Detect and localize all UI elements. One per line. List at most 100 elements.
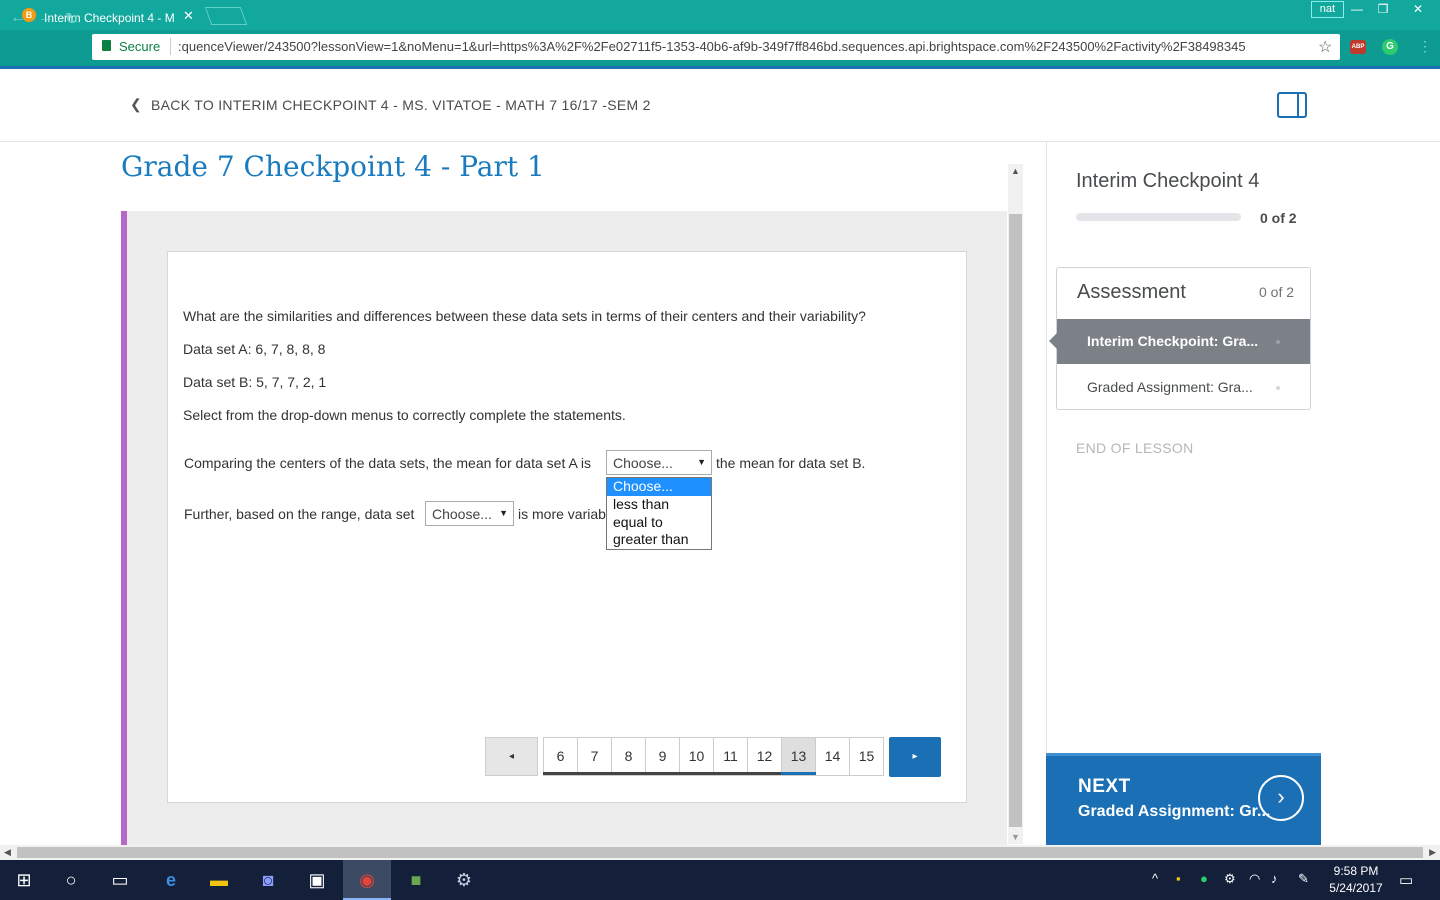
grammarly-extension-icon[interactable]: G: [1382, 39, 1398, 55]
steam-tray-icon[interactable]: ⚙: [1224, 871, 1236, 887]
tab-title: Interim Checkpoint 4 - M: [44, 11, 175, 25]
active-pointer: [1049, 333, 1057, 349]
page-button[interactable]: 10: [679, 737, 714, 776]
chrome-icon[interactable]: ◉: [355, 869, 379, 891]
taskbar-clock[interactable]: 9:58 PM 5/24/2017: [1326, 863, 1386, 897]
file-explorer-icon[interactable]: ▬: [207, 869, 231, 891]
page-button[interactable]: 11: [713, 737, 748, 776]
back-arrow-icon[interactable]: ←: [10, 9, 26, 27]
scroll-down-icon[interactable]: ▼: [1011, 832, 1020, 842]
prev-page-button[interactable]: ◂: [485, 737, 538, 776]
vertical-scrollbar[interactable]: ▲ ▼: [1008, 164, 1023, 844]
discord-icon[interactable]: ◙: [256, 869, 280, 891]
assessment-item-label[interactable]: Interim Checkpoint: Gra...: [1087, 333, 1258, 349]
clock-time: 9:58 PM: [1333, 864, 1379, 878]
instructions-text: Select from the drop-down menus to corre…: [183, 407, 626, 423]
scroll-up-icon[interactable]: ▲: [1011, 166, 1020, 176]
volume-icon[interactable]: ♪: [1271, 871, 1278, 886]
show-hidden-icons-icon[interactable]: ^: [1152, 871, 1158, 886]
dataset-a-text: Data set A: 6, 7, 8, 8, 8: [183, 341, 326, 357]
wifi-icon[interactable]: ◠: [1249, 871, 1260, 887]
next-activity-title: Graded Assignment: Gr...: [1078, 803, 1271, 820]
question-card: [167, 251, 967, 803]
scroll-left-icon[interactable]: ◀: [4, 847, 11, 858]
forward-arrow-icon[interactable]: →: [38, 9, 54, 27]
page-button[interactable]: 12: [747, 737, 782, 776]
edge-browser-icon[interactable]: e: [159, 869, 183, 891]
mean-comparison-select[interactable]: Choose... ▼: [606, 450, 712, 475]
status-dot: [1276, 386, 1280, 390]
end-of-lesson-label: END OF LESSON: [1076, 440, 1194, 456]
assessment-item-label[interactable]: Graded Assignment: Gra...: [1087, 379, 1253, 395]
cortana-search-icon[interactable]: ○: [59, 869, 83, 891]
dropdown-arrow-icon: ▼: [697, 457, 706, 467]
dropdown-option[interactable]: greater than: [607, 531, 711, 549]
pen-icon[interactable]: ✎: [1298, 871, 1309, 887]
tray-app-icon[interactable]: ▪: [1176, 871, 1181, 886]
window-controls: — ❐ ✕: [1344, 0, 1440, 20]
page-button-current[interactable]: 13: [781, 737, 816, 776]
dataset-b-text: Data set B: 5, 7, 7, 2, 1: [183, 374, 327, 390]
dropdown-arrow-icon: ▼: [499, 508, 508, 518]
windows-start-icon[interactable]: ⊞: [12, 869, 36, 891]
sidebar-toggle-icon[interactable]: [1277, 92, 1307, 118]
select2-value: Choose...: [432, 506, 492, 522]
select1-value: Choose...: [613, 455, 673, 471]
dropdown-option[interactable]: Choose...: [607, 478, 711, 496]
mean-comparison-dropdown-list: Choose... less than equal to greater tha…: [606, 477, 712, 550]
tab-close-icon[interactable]: ✕: [183, 8, 194, 24]
page-title: Grade 7 Checkpoint 4 - Part 1: [121, 150, 545, 183]
minimize-icon[interactable]: —: [1344, 0, 1370, 20]
statement2-prefix: Further, based on the range, data set: [184, 506, 415, 522]
dropdown-option[interactable]: equal to: [607, 514, 711, 532]
assessment-count: 0 of 2: [1259, 284, 1295, 300]
pagination-progress-track: [543, 772, 816, 775]
back-link[interactable]: BACK TO INTERIM CHECKPOINT 4 - MS. VITAT…: [151, 97, 651, 113]
status-dot: [1276, 340, 1280, 344]
page-button[interactable]: 14: [815, 737, 850, 776]
url-text[interactable]: :quenceViewer/243500?lessonView=1&noMenu…: [178, 39, 1308, 54]
secure-label: Secure: [119, 39, 161, 54]
page-button[interactable]: 15: [849, 737, 884, 776]
store-icon[interactable]: ▣: [305, 869, 329, 891]
steam-icon[interactable]: ⚙: [452, 869, 476, 891]
page-button[interactable]: 9: [645, 737, 680, 776]
tray-leaf-icon[interactable]: ●: [1200, 871, 1208, 886]
hscroll-thumb[interactable]: [17, 847, 1423, 858]
minecraft-icon[interactable]: ■: [404, 869, 428, 891]
url-separator: [170, 38, 171, 55]
lesson-sidebar: [1046, 142, 1440, 845]
scroll-thumb[interactable]: [1009, 214, 1022, 827]
window-close-icon[interactable]: ✕: [1396, 0, 1440, 20]
scroll-right-icon[interactable]: ▶: [1429, 847, 1436, 858]
statement1-prefix: Comparing the centers of the data sets, …: [184, 455, 592, 471]
sidebar-title: Interim Checkpoint 4: [1076, 170, 1260, 192]
restore-icon[interactable]: ❐: [1370, 0, 1396, 20]
question-text: What are the similarities and difference…: [183, 308, 866, 324]
dropdown-option[interactable]: less than: [607, 496, 711, 514]
new-tab-button[interactable]: [204, 7, 248, 25]
page-button[interactable]: 8: [611, 737, 646, 776]
chevron-right-icon[interactable]: ›: [1258, 775, 1304, 821]
statement2-suffix: is more variab: [518, 506, 606, 522]
lesson-progress-count: 0 of 2: [1260, 210, 1297, 226]
statement1-suffix: the mean for data set B.: [716, 455, 866, 471]
horizontal-scrollbar[interactable]: ◀ ▶: [0, 845, 1440, 860]
adblock-extension-icon[interactable]: ABP: [1350, 40, 1366, 54]
browser-menu-icon[interactable]: ⋮: [1418, 38, 1432, 55]
clock-date: 5/24/2017: [1329, 881, 1383, 895]
bookmark-star-icon[interactable]: ☆: [1318, 37, 1332, 57]
dataset-variability-select[interactable]: Choose... ▼: [425, 501, 514, 526]
next-page-button[interactable]: ▸: [889, 737, 941, 777]
lesson-progress-bar: [1076, 213, 1241, 221]
action-center-icon[interactable]: ▭: [1399, 871, 1413, 889]
lock-icon: [102, 40, 111, 51]
next-label: NEXT: [1078, 776, 1131, 797]
task-view-icon[interactable]: ▭: [108, 869, 132, 891]
page-button[interactable]: 7: [577, 737, 612, 776]
chevron-left-icon[interactable]: ❮: [130, 96, 142, 113]
pagination-current-indicator: [781, 772, 816, 775]
reload-icon[interactable]: ↻: [65, 9, 78, 29]
profile-chip[interactable]: nat: [1310, 1, 1344, 18]
page-button[interactable]: 6: [543, 737, 578, 776]
